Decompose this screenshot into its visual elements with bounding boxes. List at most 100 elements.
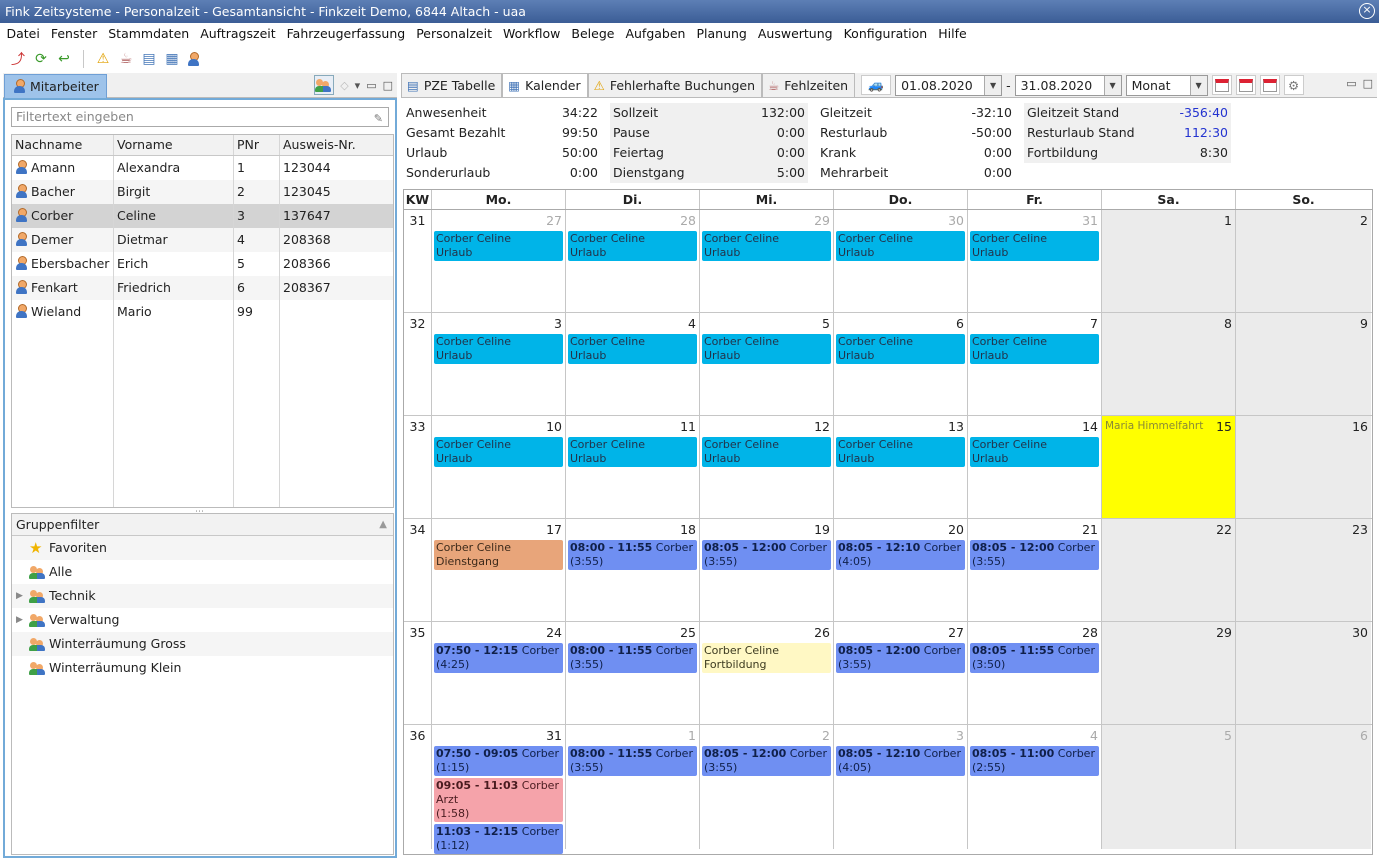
menu-konfiguration[interactable]: Konfiguration (838, 23, 933, 45)
menu-datei[interactable]: Datei (1, 23, 45, 45)
calendar-day-cell[interactable]: 13 Corber Celine Urlaub (834, 416, 968, 518)
calendar-day-cell[interactable]: 30 Corber Celine Urlaub (834, 210, 968, 312)
calendar-day-cell[interactable]: 4 Corber Celine Urlaub (566, 313, 700, 415)
calendar-event[interactable]: 08:05 - 12:00 Corber Celine(3:55) (970, 540, 1099, 570)
calendar-event[interactable]: Corber Celine Urlaub (836, 437, 965, 467)
chevron-down-icon[interactable]: ▼ (984, 75, 1002, 95)
calendar-day-cell[interactable]: 14 Corber Celine Urlaub (968, 416, 1102, 518)
calendar-event[interactable]: Corber Celine Fortbildung (702, 643, 831, 673)
group-item[interactable]: ▶ Technik (12, 584, 393, 608)
calendar-day-cell[interactable]: 6 (1236, 725, 1371, 849)
close-icon[interactable]: × (1359, 3, 1375, 19)
date-from-input[interactable]: 01.08.2020 ▼ (895, 74, 1003, 96)
calendar-week-icon[interactable] (1235, 75, 1256, 95)
calendar-day-cell[interactable]: 30 (1236, 622, 1371, 724)
group-filter-header[interactable]: Gruppenfilter ▲ (12, 514, 393, 536)
calendar-day-cell[interactable]: 2808:05 - 11:55 Corber Celine(3:50) (968, 622, 1102, 724)
calendar-event[interactable]: 08:05 - 12:00 Corber Celine(3:55) (702, 746, 831, 776)
calendar-day-cell[interactable]: 23 (1236, 519, 1371, 621)
calendar-day-cell[interactable]: 5 Corber Celine Urlaub (700, 313, 834, 415)
calendar-event[interactable]: 08:05 - 12:10 Corber Celine(4:05) (836, 540, 965, 570)
clear-filter-icon[interactable]: ✎ (374, 110, 383, 128)
maximize-icon[interactable]: □ (1363, 77, 1373, 90)
calendar-month-icon[interactable] (1259, 75, 1280, 95)
menu-aufgaben[interactable]: Aufgaben (620, 23, 691, 45)
calendar-day-cell[interactable]: 308:05 - 12:10 Corber Celine(4:05) (834, 725, 968, 849)
table-row[interactable]: Corber Celine 3 137647 (12, 204, 393, 228)
menu-fenster[interactable]: Fenster (45, 23, 102, 45)
calendar-event[interactable]: Corber Celine Urlaub (836, 334, 965, 364)
calendar-day-cell[interactable]: 1908:05 - 12:00 Corber Celine(3:55) (700, 519, 834, 621)
filter-input[interactable]: Filtertext eingeben ✎ (11, 107, 389, 127)
table-row[interactable]: Ebersbacher Erich 5 208366 (12, 252, 393, 276)
menu-hilfe[interactable]: Hilfe (933, 23, 972, 45)
tab-kalender[interactable]: ▦ Kalender (502, 73, 588, 97)
gear-icon[interactable]: ⚙ (1283, 75, 1304, 95)
chevron-down-icon[interactable]: ▼ (1103, 75, 1121, 95)
calendar-day-cell[interactable]: 3 Corber Celine Urlaub (432, 313, 566, 415)
calendar-event[interactable]: 08:05 - 11:55 Corber Celine(3:50) (970, 643, 1099, 673)
table-icon[interactable]: ▤ (141, 51, 157, 67)
calendar-event[interactable]: Corber Celine Urlaub (434, 437, 563, 467)
menu-workflow[interactable]: Workflow (497, 23, 565, 45)
maximize-icon[interactable]: □ (383, 79, 393, 92)
calendar-day-cell[interactable]: 1 (1102, 210, 1236, 312)
calendar-day-cell[interactable]: 2008:05 - 12:10 Corber Celine(4:05) (834, 519, 968, 621)
menu-fahrzeugerfassung[interactable]: Fahrzeugerfassung (281, 23, 411, 45)
calendar-day-cell[interactable]: 3107:50 - 09:05 Corber Celine(1:15)09:05… (432, 725, 566, 854)
calendar-event[interactable]: Corber Celine Urlaub (702, 231, 831, 261)
column-header-nachname[interactable]: Nachname (12, 135, 114, 155)
calendar-event[interactable]: 07:50 - 12:15 Corber Celine(4:25) (434, 643, 563, 673)
calendar-day-cell[interactable]: 28 Corber Celine Urlaub (566, 210, 700, 312)
calendar-day-icon[interactable] (1211, 75, 1232, 95)
table-row[interactable]: Bacher Birgit 2 123045 (12, 180, 393, 204)
calendar-event[interactable]: Corber Celine Urlaub (434, 334, 563, 364)
car-icon[interactable]: 🚙 (861, 75, 892, 95)
group-item[interactable]: ★ Favoriten (12, 536, 393, 560)
calendar-event[interactable]: 08:00 - 11:55 Corber Celine(3:55) (568, 746, 697, 776)
calendar-event[interactable]: Corber Celine Urlaub (836, 231, 965, 261)
chevron-down-icon[interactable]: ▼ (1189, 75, 1207, 95)
calendar-day-cell[interactable]: 408:05 - 11:00 Corber Celine(2:55) (968, 725, 1102, 849)
calendar-day-cell[interactable]: 11 Corber Celine Urlaub (566, 416, 700, 518)
calendar-day-cell[interactable]: Maria Himmelfahrt 15 (1102, 416, 1236, 518)
minimize-icon[interactable]: ▭ (366, 79, 376, 92)
calendar-day-cell[interactable]: 8 (1102, 313, 1236, 415)
calendar-event[interactable]: Corber Celine Urlaub (970, 231, 1099, 261)
calendar-day-cell[interactable]: 22 (1102, 519, 1236, 621)
group-item[interactable]: Winterräumung Klein (12, 656, 393, 680)
calendar-event[interactable]: Corber Celine Urlaub (568, 334, 697, 364)
calendar-event[interactable]: Corber Celine Urlaub (568, 231, 697, 261)
calendar-day-cell[interactable]: 29 (1102, 622, 1236, 724)
calendar-event[interactable]: Corber Celine Urlaub (970, 334, 1099, 364)
calendar-day-cell[interactable]: 1808:00 - 11:55 Corber Celine(3:55) (566, 519, 700, 621)
calendar-day-cell[interactable]: 2 (1236, 210, 1371, 312)
pdf-icon[interactable]: ⤴ (10, 51, 26, 68)
refresh-icon[interactable]: ⟳ (33, 51, 49, 67)
calendar-event[interactable]: 08:00 - 11:55 Corber Celine(3:55) (568, 540, 697, 570)
tab-pze-tabelle[interactable]: ▤ PZE Tabelle (401, 73, 503, 97)
calendar-event[interactable]: 08:05 - 12:10 Corber Celine(4:05) (836, 746, 965, 776)
calendar-event[interactable]: 11:03 - 12:15 Corber Celine(1:12) (434, 824, 563, 854)
group-item[interactable]: Winterräumung Gross (12, 632, 393, 656)
calendar-event[interactable]: 07:50 - 09:05 Corber Celine(1:15) (434, 746, 563, 776)
tab-fehlerhafte-buchungen[interactable]: ⚠ Fehlerhafte Buchungen (587, 73, 763, 97)
column-header-ausweis[interactable]: Ausweis-Nr. (280, 135, 393, 155)
calendar-day-cell[interactable]: 31 Corber Celine Urlaub (968, 210, 1102, 312)
calendar-event[interactable]: Corber Celine Urlaub (568, 437, 697, 467)
calendar-day-cell[interactable]: 2108:05 - 12:00 Corber Celine(3:55) (968, 519, 1102, 621)
tab-fehlzeiten[interactable]: ☕ Fehlzeiten (762, 73, 856, 97)
menu-auswertung[interactable]: Auswertung (752, 23, 838, 45)
minimize-icon[interactable]: ▭ (1346, 77, 1356, 90)
calendar-day-cell[interactable]: 26 Corber Celine Fortbildung (700, 622, 834, 724)
calendar-event[interactable]: Corber Celine Urlaub (702, 437, 831, 467)
calendar-day-cell[interactable]: 17 Corber Celine Dienstgang (432, 519, 566, 621)
calendar-day-cell[interactable]: 208:05 - 12:00 Corber Celine(3:55) (700, 725, 834, 849)
collapse-icon[interactable]: ▲ (379, 514, 387, 536)
column-header-pnr[interactable]: PNr (234, 135, 280, 155)
menu-personalzeit[interactable]: Personalzeit (411, 23, 498, 45)
expand-arrow-icon[interactable]: ▶ (16, 584, 23, 608)
chevron-down-icon[interactable]: ▾ (355, 79, 361, 92)
menu-belege[interactable]: Belege (566, 23, 620, 45)
calendar-icon[interactable]: ▦ (164, 51, 180, 67)
